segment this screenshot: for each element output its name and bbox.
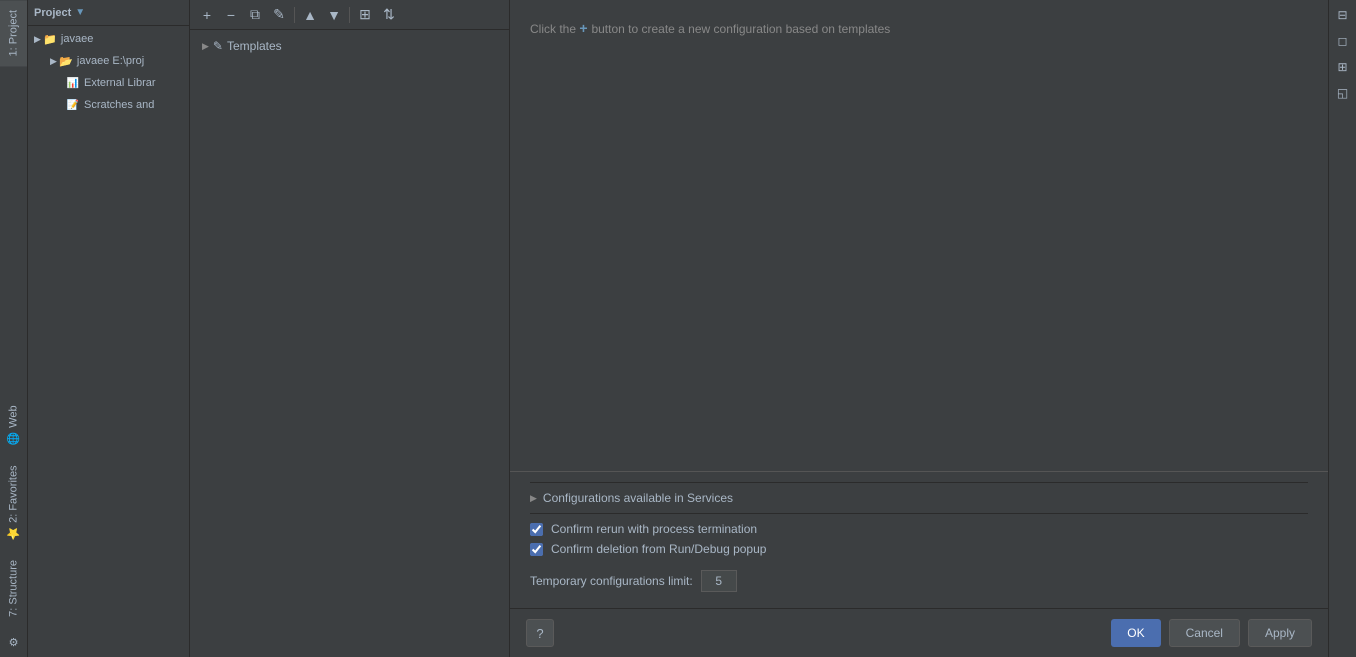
libs-icon: 📊 — [66, 76, 80, 90]
tree-label: javaee E:\proj — [77, 55, 144, 67]
help-button[interactable]: ? — [526, 619, 554, 647]
checkboxes-section: Confirm rerun with process termination C… — [530, 514, 1308, 564]
tree-label: javaee — [61, 33, 93, 45]
sidebar-tab-web[interactable]: 🌐 Web — [0, 395, 27, 455]
right-btn-3[interactable]: ⊞ — [1332, 56, 1354, 78]
right-btn-2[interactable]: ◻ — [1332, 30, 1354, 52]
confirm-deletion-label: Confirm deletion from Run/Debug popup — [551, 542, 766, 556]
remove-config-button[interactable]: − — [220, 4, 242, 26]
arrow-icon: ▶ — [34, 34, 41, 45]
bottom-left-icons: ⚙ — [0, 627, 27, 657]
services-section[interactable]: ▶ Configurations available in Services — [530, 483, 1308, 513]
config-right-panel: Click the + button to create a new confi… — [510, 0, 1328, 657]
tree-label: Scratches and — [84, 99, 154, 111]
checkbox-row-1: Confirm rerun with process termination — [530, 522, 1308, 536]
center-content: + − ⧉ ✎ ▲ ▼ — [190, 0, 1328, 657]
sort-button[interactable]: ⇅ — [378, 4, 400, 26]
dialog-area: + − ⧉ ✎ ▲ ▼ — [190, 0, 1328, 657]
tree-item-javaee-module[interactable]: ▶ 📂 javaee E:\proj — [28, 50, 189, 72]
toolbar-separator — [294, 7, 295, 23]
temp-config-input[interactable] — [701, 570, 737, 592]
temp-config-label: Temporary configurations limit: — [530, 574, 693, 588]
tree-item-external-libs[interactable]: 📊 External Librar — [28, 72, 189, 94]
edit-config-button[interactable]: ✎ — [268, 4, 290, 26]
toolbar-separator-2 — [349, 7, 350, 23]
sidebar-tab-project[interactable]: 1: Project — [0, 0, 27, 66]
content-spacer — [530, 56, 1308, 451]
plus-icon: + — [579, 20, 591, 36]
ok-button[interactable]: OK — [1111, 619, 1160, 647]
scratch-icon: 📝 — [66, 98, 80, 112]
module-icon: 📂 — [59, 54, 73, 68]
project-header-label: Project — [34, 7, 71, 19]
folder-icon: 📁 — [43, 32, 57, 46]
project-tree: ▶ 📁 javaee ▶ 📂 javaee E:\proj 📊 External… — [28, 26, 189, 657]
project-dropdown-icon[interactable]: ▼ — [75, 7, 85, 18]
confirm-rerun-label: Confirm rerun with process termination — [551, 522, 757, 536]
copy-config-button[interactable]: ⧉ — [244, 4, 266, 26]
arrow-icon: ▶ — [50, 56, 57, 67]
templates-arrow-icon: ▶ — [202, 41, 209, 52]
move-down-button[interactable]: ▼ — [323, 4, 345, 26]
right-btn-4[interactable]: ◱ — [1332, 82, 1354, 104]
sidebar-tab-favorites[interactable]: ⭐ 2: Favorites — [0, 455, 27, 550]
templates-label: Templates — [227, 39, 282, 53]
confirm-deletion-checkbox[interactable] — [530, 543, 543, 556]
config-content-area: Click the + button to create a new confi… — [510, 0, 1328, 471]
bottom-icon-btn[interactable]: ⚙ — [3, 631, 25, 653]
hint-text: Click the + button to create a new confi… — [530, 20, 1308, 36]
apply-button[interactable]: Apply — [1248, 619, 1312, 647]
sidebar-tab-structure[interactable]: 7: Structure — [0, 550, 27, 627]
confirm-rerun-checkbox[interactable] — [530, 523, 543, 536]
services-arrow-icon: ▶ — [530, 493, 537, 504]
config-left-panel: + − ⧉ ✎ ▲ ▼ — [190, 0, 510, 657]
services-label: Configurations available in Services — [543, 491, 733, 505]
checkbox-row-2: Confirm deletion from Run/Debug popup — [530, 542, 1308, 556]
move-to-group-button[interactable]: ⊞ — [354, 4, 376, 26]
move-up-button[interactable]: ▲ — [299, 4, 321, 26]
dialog-footer: ? OK Cancel Apply — [510, 608, 1328, 657]
tree-label: External Librar — [84, 77, 156, 89]
far-left-sidebar: 1: Project 🌐 Web ⭐ 2: Favorites 7: Struc… — [0, 0, 28, 657]
config-bottom-section: ▶ Configurations available in Services C… — [510, 471, 1328, 608]
templates-edit-icon: ✎ — [213, 39, 223, 53]
right-sidebar: ⊟ ◻ ⊞ ◱ — [1328, 0, 1356, 657]
project-tree-panel: Project ▼ ▶ 📁 javaee ▶ 📂 javaee E:\proj … — [28, 0, 190, 657]
config-tree: ▶ ✎ Templates — [190, 30, 509, 657]
add-config-button[interactable]: + — [196, 4, 218, 26]
tree-item-javaee-root[interactable]: ▶ 📁 javaee — [28, 28, 189, 50]
right-btn-1[interactable]: ⊟ — [1332, 4, 1354, 26]
project-panel-header: Project ▼ — [28, 0, 189, 26]
temp-config-row: Temporary configurations limit: — [530, 564, 1308, 598]
config-toolbar: + − ⧉ ✎ ▲ ▼ — [190, 0, 509, 30]
config-tree-item-templates[interactable]: ▶ ✎ Templates — [190, 34, 509, 58]
tree-item-scratches[interactable]: 📝 Scratches and — [28, 94, 189, 116]
cancel-button[interactable]: Cancel — [1169, 619, 1240, 647]
